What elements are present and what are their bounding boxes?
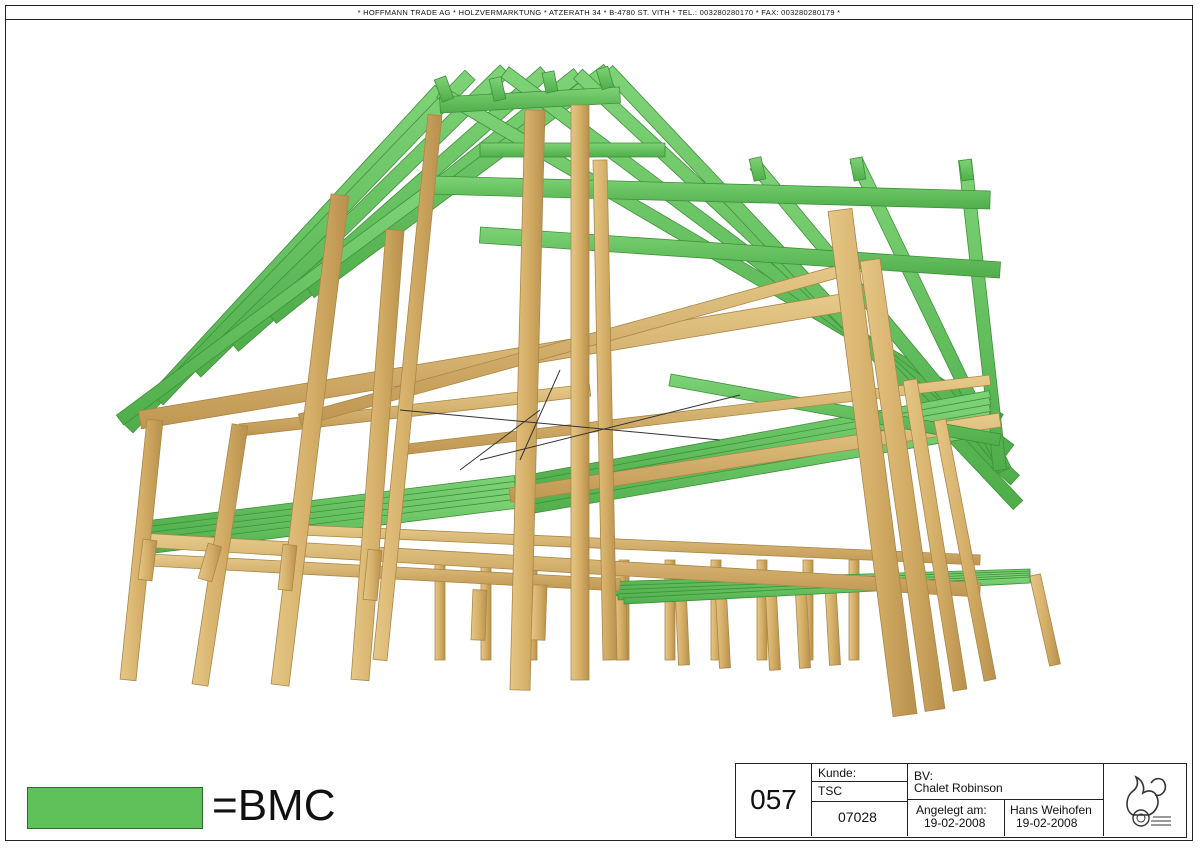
- angelegt-date: 19-02-2008: [924, 816, 986, 830]
- bv-cell: BV: Chalet Robinson Angelegt am: 19-02-2…: [908, 764, 1104, 836]
- drawing-number: 057: [736, 764, 812, 836]
- kunde-value: TSC: [818, 784, 842, 798]
- title-block: 057 Kunde: TSC 07028 BV: Chalet Robinson…: [735, 763, 1187, 838]
- bmc-legend-swatch: [27, 787, 203, 829]
- author-date: 19-02-2008: [1016, 816, 1078, 830]
- post: [470, 589, 488, 641]
- author-name: Hans Weihofen: [1010, 803, 1092, 817]
- kunde-label: Kunde:: [818, 766, 857, 780]
- post: [530, 584, 548, 641]
- post: [1029, 573, 1061, 667]
- rafter-tip: [748, 156, 767, 182]
- post: [570, 104, 590, 681]
- rafter-tip: [541, 70, 559, 94]
- rafter-tip: [958, 158, 975, 182]
- order-number: 07028: [838, 809, 877, 825]
- post: [191, 423, 249, 687]
- timber-frame-drawing: [115, 63, 1061, 717]
- squirrel-saw-logo-icon: [1104, 764, 1185, 836]
- bmc-legend-label: =BMC: [212, 781, 336, 830]
- bv-value: Chalet Robinson: [914, 781, 1003, 795]
- frame-structure: [115, 63, 1061, 717]
- kunde-cell: Kunde: TSC 07028: [812, 764, 908, 836]
- angelegt-label: Angelegt am:: [916, 803, 987, 817]
